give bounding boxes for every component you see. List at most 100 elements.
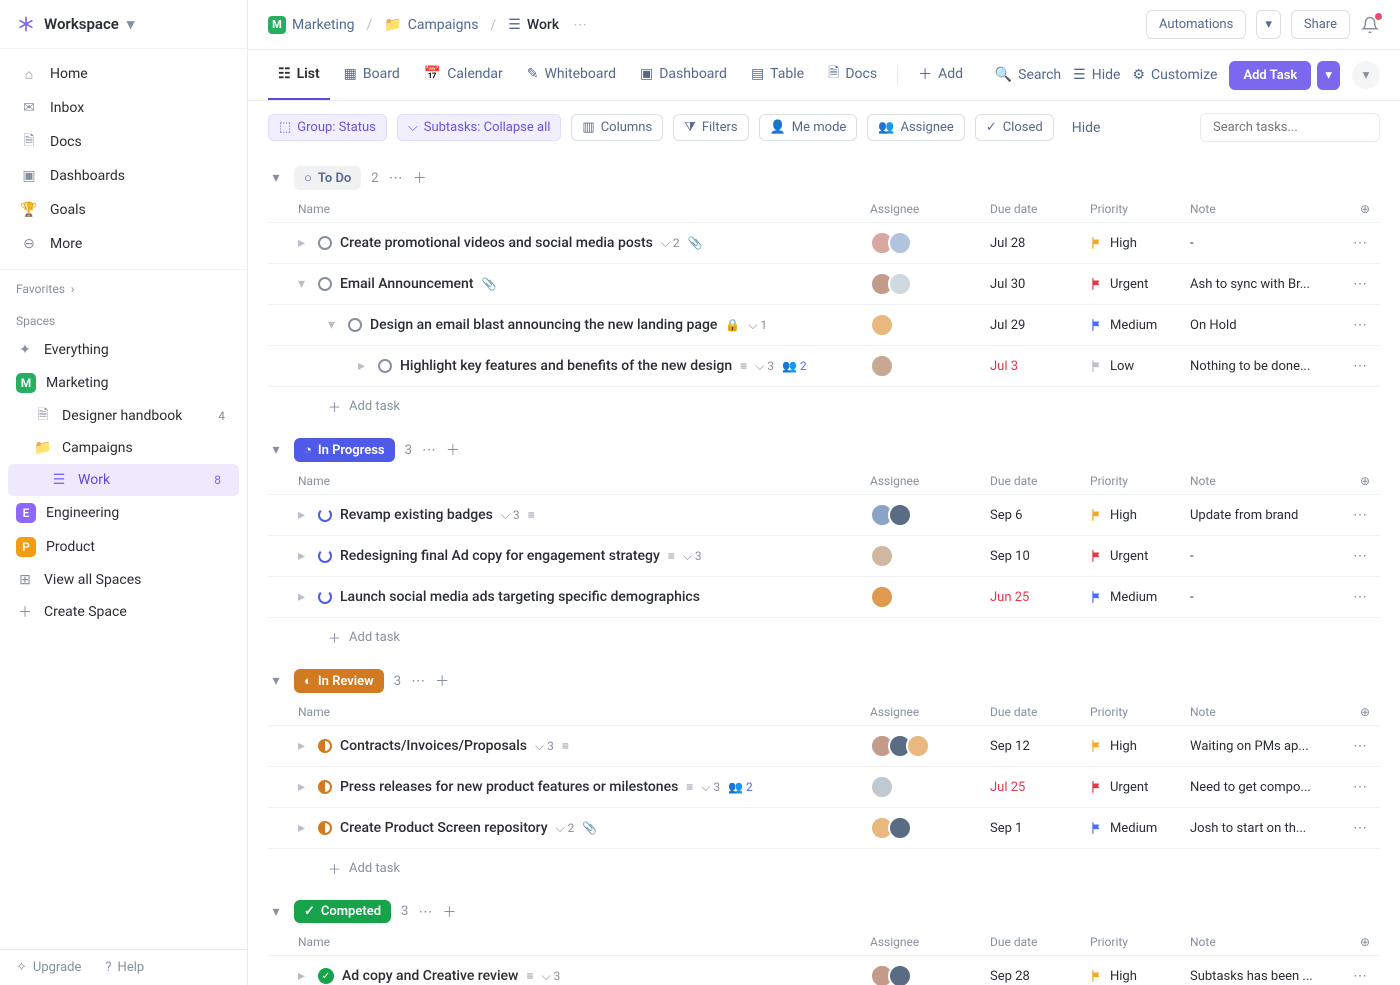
priority-cell[interactable]: Medium <box>1090 821 1190 836</box>
row-more-icon[interactable]: ⋯ <box>1340 779 1380 795</box>
note-cell[interactable]: - <box>1190 590 1340 605</box>
row-more-icon[interactable]: ⋯ <box>1340 507 1380 523</box>
note-cell[interactable]: - <box>1190 549 1340 564</box>
collapse-icon[interactable]: ▾ <box>268 904 284 920</box>
sidebar-item-docs[interactable]: 🗎Docs <box>0 125 247 159</box>
expand-icon[interactable]: ▸ <box>298 738 310 754</box>
avatar[interactable] <box>888 816 912 840</box>
crumb-space[interactable]: M Marketing <box>268 16 355 34</box>
expand-icon[interactable]: ▸ <box>298 235 310 251</box>
sidebar-item-goals[interactable]: 🏆Goals <box>0 193 247 227</box>
view-tab-docs[interactable]: 🗎Docs <box>818 50 887 100</box>
search-btn[interactable]: 🔍Search <box>995 67 1061 83</box>
due-date[interactable]: Jul 30 <box>990 277 1090 292</box>
add-column-icon[interactable]: ⊕ <box>1340 935 1380 949</box>
priority-cell[interactable]: Medium <box>1090 590 1190 605</box>
task-row[interactable]: ▸ Create Product Screen repository ⌵ 2📎 … <box>268 808 1380 849</box>
group-add-icon[interactable]: ＋ <box>442 902 456 922</box>
automations-button[interactable]: Automations <box>1146 10 1246 39</box>
due-date[interactable]: Jul 25 <box>990 780 1090 795</box>
note-cell[interactable]: Waiting on PMs ap... <box>1190 739 1340 754</box>
note-cell[interactable]: Ash to sync with Br... <box>1190 277 1340 292</box>
task-title[interactable]: Highlight key features and benefits of t… <box>400 358 732 374</box>
due-date[interactable]: Sep 12 <box>990 739 1090 754</box>
expand-icon[interactable]: ▸ <box>298 548 310 564</box>
col-priority[interactable]: Priority <box>1090 935 1190 949</box>
more-menu[interactable]: ▾ <box>1352 61 1380 89</box>
task-title[interactable]: Email Announcement <box>340 276 474 292</box>
task-row[interactable]: ▸ Highlight key features and benefits of… <box>268 346 1380 387</box>
columns-chip[interactable]: ▥Columns <box>571 114 663 141</box>
status-pill[interactable]: ◐In Review <box>294 669 384 693</box>
view-all-spaces[interactable]: ⊞ View all Spaces <box>0 564 247 596</box>
col-name[interactable]: Name <box>298 935 870 949</box>
col-note[interactable]: Note <box>1190 202 1340 216</box>
add-column-icon[interactable]: ⊕ <box>1340 474 1380 488</box>
assignee-cell[interactable] <box>870 354 990 378</box>
assignee-cell[interactable] <box>870 272 990 296</box>
row-more-icon[interactable]: ⋯ <box>1340 548 1380 564</box>
collapse-icon[interactable]: ▾ <box>268 170 284 186</box>
group-more-icon[interactable]: ⋯ <box>411 673 425 689</box>
expand-icon[interactable]: ▸ <box>358 358 370 374</box>
campaigns-folder[interactable]: 📁 Campaigns <box>0 432 247 464</box>
crumb-folder[interactable]: 📁 Campaigns <box>384 17 478 33</box>
due-date[interactable]: Jul 29 <box>990 318 1090 333</box>
expand-icon[interactable]: ▸ <box>298 820 310 836</box>
task-title[interactable]: Ad copy and Creative review <box>342 968 518 984</box>
task-row[interactable]: ▾ Design an email blast announcing the n… <box>268 305 1380 346</box>
view-tab-board[interactable]: ▦Board <box>334 50 410 100</box>
task-row[interactable]: ▾ Email Announcement 📎 Jul 30 Urgent Ash… <box>268 264 1380 305</box>
more-icon[interactable]: ⋯ <box>567 17 587 33</box>
assignee-cell[interactable] <box>870 585 990 609</box>
expand-icon[interactable]: ▸ <box>298 779 310 795</box>
add-task-button[interactable]: Add Task <box>1229 61 1311 90</box>
task-title[interactable]: Redesigning final Ad copy for engagement… <box>340 548 660 564</box>
expand-icon[interactable]: ▾ <box>298 276 310 292</box>
space-marketing[interactable]: M Marketing <box>0 366 247 400</box>
customize-btn[interactable]: ⚙Customize <box>1132 67 1217 83</box>
assignee-cell[interactable] <box>870 503 990 527</box>
group-chip[interactable]: ⬚Group: Status <box>268 114 387 141</box>
due-date[interactable]: Jul 28 <box>990 236 1090 251</box>
avatar[interactable] <box>906 734 930 758</box>
col-due[interactable]: Due date <box>990 935 1090 949</box>
priority-cell[interactable]: High <box>1090 508 1190 523</box>
col-note[interactable]: Note <box>1190 474 1340 488</box>
status-pill[interactable]: ◔In Progress <box>294 438 395 462</box>
row-more-icon[interactable]: ⋯ <box>1340 820 1380 836</box>
due-date[interactable]: Sep 28 <box>990 969 1090 984</box>
group-add-icon[interactable]: ＋ <box>413 168 427 188</box>
row-more-icon[interactable]: ⋯ <box>1340 738 1380 754</box>
filters-chip[interactable]: ⧩Filters <box>673 114 748 141</box>
task-title[interactable]: Launch social media ads targeting specif… <box>340 589 700 605</box>
col-assignee[interactable]: Assignee <box>870 935 990 949</box>
avatar[interactable] <box>870 585 894 609</box>
priority-cell[interactable]: Urgent <box>1090 780 1190 795</box>
assignee-cell[interactable] <box>870 964 990 985</box>
group-add-icon[interactable]: ＋ <box>446 440 460 460</box>
subtasks-chip[interactable]: ⌵Subtasks: Collapse all <box>397 114 562 141</box>
due-date[interactable]: Sep 10 <box>990 549 1090 564</box>
automations-caret[interactable]: ▾ <box>1256 10 1281 39</box>
note-cell[interactable]: Subtasks has been ... <box>1190 969 1340 984</box>
avatar[interactable] <box>870 354 894 378</box>
row-more-icon[interactable]: ⋯ <box>1340 317 1380 333</box>
expand-icon[interactable]: ▸ <box>298 968 310 984</box>
add-column-icon[interactable]: ⊕ <box>1340 705 1380 719</box>
col-note[interactable]: Note <box>1190 935 1340 949</box>
avatar[interactable] <box>888 231 912 255</box>
expand-icon[interactable]: ▸ <box>298 589 310 605</box>
sidebar-everything[interactable]: ✦ Everything <box>0 334 247 366</box>
col-note[interactable]: Note <box>1190 705 1340 719</box>
add-task-caret[interactable]: ▾ <box>1317 61 1340 90</box>
assignee-chip[interactable]: 👥Assignee <box>867 114 965 141</box>
group-more-icon[interactable]: ⋯ <box>389 170 403 186</box>
task-title[interactable]: Create Product Screen repository <box>340 820 548 836</box>
work-list[interactable]: ☰ Work 8 <box>8 464 239 496</box>
expand-icon[interactable]: ▸ <box>298 507 310 523</box>
avatar[interactable] <box>888 964 912 985</box>
view-tab-table[interactable]: ▤Table <box>741 50 814 100</box>
task-row[interactable]: ▸ Contracts/Invoices/Proposals ⌵ 3≡ Sep … <box>268 726 1380 767</box>
view-tab-dashboard[interactable]: ▣Dashboard <box>630 50 737 100</box>
